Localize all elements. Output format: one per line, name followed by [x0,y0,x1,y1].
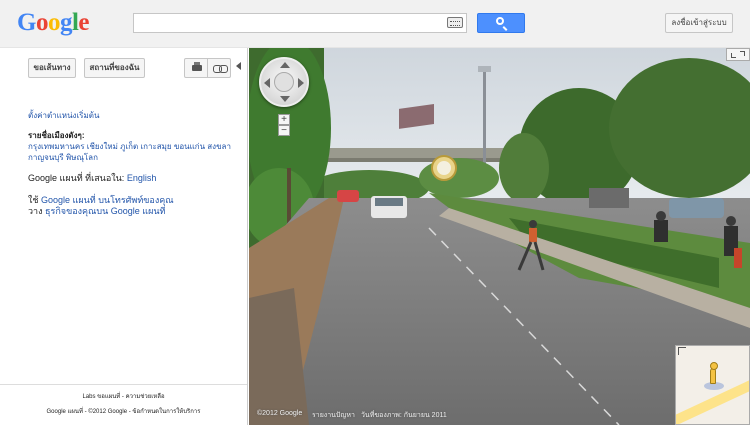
collapse-panel-icon[interactable] [236,62,241,70]
search-input[interactable] [134,14,434,32]
mobile-maps-link[interactable]: Google แผนที่ บนโทรศัพท์ของคุณ [41,195,174,205]
print-button[interactable] [184,58,208,78]
link-icon [213,65,228,73]
get-directions-button[interactable]: ขอเส้นทาง [28,58,76,78]
sidebar: ขอเส้นทาง สถานที่ของฉัน ตั้งค่าตำแหน่งเร… [0,48,248,425]
report-problem-link[interactable]: รายงานปัญหา [312,410,355,421]
sidebar-footer [0,384,247,385]
business-promo: วาง ธุรกิจของคุณบน Google แผนที่ [28,206,165,217]
printer-icon [192,62,202,71]
zoom-out-button[interactable]: − [278,125,290,136]
language-offer: Google แผนที่ ที่เสนอใน: English [28,173,156,184]
language-offer-prefix: Google แผนที่ ที่เสนอใน: [28,173,125,183]
popular-cities-heading: รายชื่อเมืองดังๆ: [28,131,85,140]
minimap-collapse-icon[interactable] [678,347,686,355]
mobile-promo-prefix: ใช้ [28,195,39,205]
top-bar: Google ลงชื่อเข้าสู่ระบบ [0,0,750,48]
set-default-location-link[interactable]: ตั้งค่าตำแหน่งเริ่มต้น [28,110,99,121]
pegman-icon[interactable] [710,362,718,384]
fullscreen-icon[interactable] [726,48,750,61]
logo-letter: o [35,9,49,36]
pan-down-icon[interactable] [280,96,290,102]
logo-letter: G [17,9,36,36]
imagery-date: วันที่ของภาพ: กันยายน 2011 [361,412,447,419]
link-button[interactable] [207,58,231,78]
pan-right-icon[interactable] [298,78,304,88]
pan-up-icon[interactable] [280,62,290,68]
footer-links[interactable]: Labs ขอแผนที่ - ความช่วยเหลือ [0,391,247,401]
google-logo[interactable]: Google [17,9,89,37]
footer-copyright: Google แผนที่ - ©2012 Google - ข้อกำหนดใ… [46,409,201,415]
logo-letter: o [47,9,61,36]
keyboard-icon[interactable] [447,17,463,28]
logo-letter: e [78,9,90,36]
logo-letter: g [59,9,73,36]
pan-center [274,72,294,92]
my-places-button[interactable]: สถานที่ของฉัน [84,58,145,78]
pan-control[interactable] [259,57,309,107]
sign-in-button[interactable]: ลงชื่อเข้าสู่ระบบ [665,13,733,33]
popular-cities-line-1[interactable]: กรุงเทพมหานคร เชียงใหม่ ภูเก็ต เกาะสมุย … [28,141,231,152]
zoom-in-button[interactable]: + [278,114,290,125]
search-icon [496,17,504,25]
language-english-link[interactable]: English [127,173,157,183]
popular-cities-line-2[interactable]: กาญจนบุรี พิษณุโลก [28,152,98,163]
minimap[interactable] [675,345,750,425]
imagery-copyright: ©2012 Google [257,410,303,417]
business-promo-prefix: วาง [28,206,43,216]
street-view-panorama[interactable]: + − ©2012 Google รายงานปัญหา วันที่ของภา… [249,48,750,425]
search-box[interactable] [133,13,467,33]
pan-left-icon[interactable] [264,78,270,88]
business-listing-link[interactable]: ธุรกิจของคุณบน Google แผนที่ [45,206,165,216]
search-button[interactable] [477,13,525,33]
mobile-promo: ใช้ Google แผนที่ บนโทรศัพท์ของคุณ [28,195,174,206]
